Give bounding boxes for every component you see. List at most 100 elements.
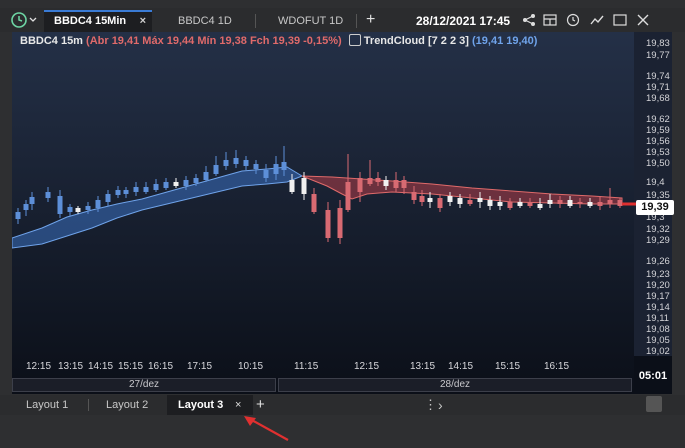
- high-value: Máx 19,44: [142, 35, 195, 47]
- candle-body: [587, 202, 593, 206]
- candle-body: [607, 200, 613, 204]
- candle-body: [15, 212, 21, 219]
- candle-body: [223, 160, 229, 166]
- candle-body: [375, 178, 381, 182]
- y-tick-label: 19,20: [646, 280, 670, 291]
- candle-body: [243, 160, 249, 166]
- candle-body: [325, 210, 331, 238]
- x-tick-label: 12:15: [26, 361, 52, 372]
- candle-body: [95, 200, 101, 208]
- y-tick-label: 19,74: [646, 71, 670, 82]
- candle-body: [183, 180, 189, 186]
- indicator-settings-icon[interactable]: [348, 34, 361, 47]
- tab-divider: [356, 14, 357, 28]
- candle-body: [367, 178, 373, 184]
- trend-icon[interactable]: [590, 13, 604, 27]
- candle-body: [597, 202, 603, 206]
- date-label-27: 27/dez: [12, 378, 276, 392]
- tab-divider: [88, 399, 89, 411]
- tab-label: WDOFUT 1D: [278, 15, 344, 27]
- candle-body: [411, 192, 417, 200]
- candle-body: [567, 200, 573, 206]
- share-icon[interactable]: [522, 13, 536, 27]
- y-tick-label: 19,17: [646, 291, 670, 302]
- candle-body: [437, 198, 443, 208]
- chart-tab-bar: BBDC4 15Min × BBDC4 1D WDOFUT 1D + 28/12…: [0, 8, 685, 32]
- y-tick-label: 19,53: [646, 147, 670, 158]
- candle-body: [289, 180, 295, 192]
- candle-body: [163, 182, 169, 188]
- y-tick-label: 19,11: [646, 313, 670, 324]
- close-window-icon[interactable]: [636, 13, 650, 27]
- x-tick-label: 13:15: [410, 361, 436, 372]
- layout-tab-label: Layout 3: [178, 399, 224, 411]
- candle-body: [537, 204, 543, 208]
- y-tick-label: 19,50: [646, 158, 670, 169]
- y-tick-label: 19,29: [646, 235, 670, 246]
- x-tick-label: 14:15: [448, 361, 474, 372]
- candle-body: [153, 184, 159, 190]
- next-layout-icon[interactable]: ›: [438, 395, 443, 415]
- candle-body: [577, 202, 583, 204]
- y-tick-label: 19,26: [646, 256, 670, 267]
- x-tick-label: 12:15: [354, 361, 380, 372]
- window-icon[interactable]: [613, 13, 627, 27]
- y-tick-label: 19,83: [646, 38, 670, 49]
- y-tick-label: 19,71: [646, 82, 670, 93]
- close-tab-icon[interactable]: ×: [140, 12, 146, 30]
- trading-window: BBDC4 15Min × BBDC4 1D WDOFUT 1D + 28/12…: [0, 0, 685, 448]
- y-tick-label: 19,23: [646, 269, 670, 280]
- layout-tab-bar: Layout 1 Layout 2 Layout 3 × + ⋮ ›: [0, 395, 685, 415]
- date-strip: 27/dez 28/dez: [12, 378, 632, 392]
- candle-body: [23, 204, 29, 210]
- current-price-tag: 19,39: [636, 200, 674, 215]
- x-tick-label: 15:15: [495, 361, 521, 372]
- candle-body: [393, 180, 399, 188]
- ohlc-info-bar: BBDC4 15m (Abr 19,41 Máx 19,44 Mín 19,38…: [20, 34, 537, 47]
- candle-body: [517, 202, 523, 206]
- tab-bbdc4-15min[interactable]: BBDC4 15Min ×: [44, 10, 152, 32]
- red-arrow-annotation: [244, 416, 289, 441]
- alarm-clock-icon[interactable]: [566, 13, 580, 27]
- close-value: Fch 19,39: [249, 35, 301, 47]
- scroll-button[interactable]: [646, 396, 662, 412]
- candle-body: [617, 200, 623, 206]
- low-value: Mín 19,38: [197, 35, 247, 47]
- indicator-name[interactable]: TrendCloud [7 2 2 3]: [364, 35, 469, 47]
- candle-countdown: 05:01: [634, 356, 672, 394]
- candle-body: [123, 190, 129, 194]
- candle-body: [85, 206, 91, 210]
- layout-tab-1[interactable]: Layout 1: [26, 395, 68, 415]
- layout-grid-icon[interactable]: [543, 13, 557, 27]
- candle-body: [383, 180, 389, 186]
- candle-body: [419, 196, 425, 202]
- x-tick-label: 13:15: [58, 361, 84, 372]
- candle-body: [457, 198, 463, 204]
- candle-body: [143, 187, 149, 192]
- candle-body: [527, 202, 533, 206]
- price-chart[interactable]: [12, 32, 672, 394]
- x-tick-label: 16:15: [544, 361, 570, 372]
- clock-menu-button[interactable]: [10, 10, 40, 30]
- candle-body: [467, 200, 473, 204]
- candle-body: [401, 180, 407, 188]
- candle-body: [557, 200, 563, 204]
- candle-body: [427, 198, 433, 202]
- x-tick-label: 10:15: [238, 361, 264, 372]
- more-options-icon[interactable]: ⋮: [424, 395, 437, 415]
- tab-bbdc4-1d[interactable]: BBDC4 1D: [178, 10, 248, 32]
- y-tick-label: 19,4: [646, 177, 665, 188]
- candle-body: [273, 164, 279, 174]
- y-tick-label: 19,59: [646, 125, 670, 136]
- candle-body: [507, 202, 513, 208]
- candle-body: [301, 178, 307, 194]
- symbol-label: BBDC4 15m: [20, 35, 83, 47]
- candle-body: [357, 178, 363, 192]
- add-tab-button[interactable]: +: [366, 10, 375, 30]
- candle-body: [115, 190, 121, 195]
- tab-wdofut-1d[interactable]: WDOFUT 1D: [278, 10, 348, 32]
- candle-body: [57, 196, 63, 214]
- y-tick-label: 19,77: [646, 50, 670, 61]
- candle-body: [311, 194, 317, 212]
- layout-tab-2[interactable]: Layout 2: [106, 395, 148, 415]
